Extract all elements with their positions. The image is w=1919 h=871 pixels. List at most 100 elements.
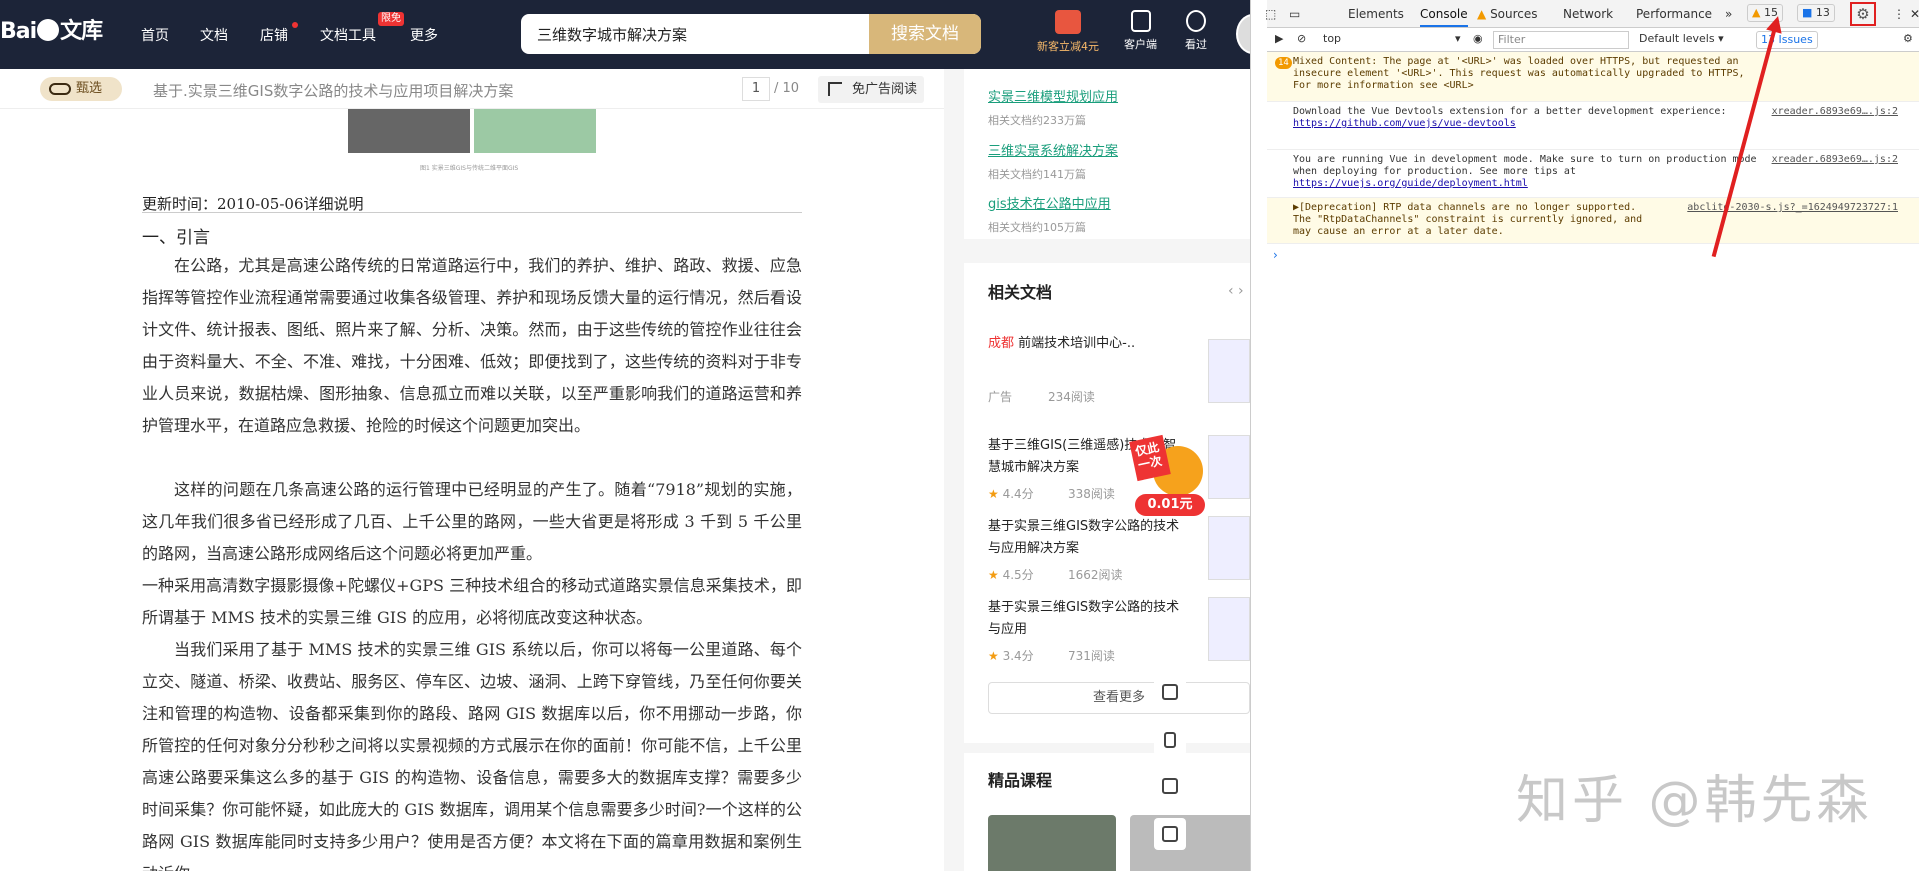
source-link[interactable]: xreader.6893e69….js:2 [1772,106,1898,118]
search-box[interactable]: 三维数字城市解决方案 搜索文档 [521,14,981,54]
related-link[interactable]: gis技术在公路中应用 [988,193,1111,212]
messages-badge[interactable]: ■ 13 [1797,4,1835,22]
baidu-wenku-page: Bai 文库 首页 文档 店铺 文档工具 限免 更多 三维数字城市解决方案 搜索文… [0,0,1250,871]
page-input[interactable]: 1 [742,77,770,101]
avatar[interactable] [1236,14,1250,54]
view-more-button[interactable]: 查看更多 [988,682,1250,714]
console-message[interactable]: 14 Mixed Content: The page at '<URL>' wa… [1267,52,1919,102]
nav-home[interactable]: 首页 [141,25,169,45]
doc-figure [348,109,596,159]
filter-input[interactable]: Filter [1493,31,1629,49]
top-navbar: Bai 文库 首页 文档 店铺 文档工具 限免 更多 三维数字城市解决方案 搜索文… [0,0,1250,69]
related-meta: 相关文档约141万篇 [988,168,1086,181]
console-toolbar: ▶ ⊘ top ▾ ◉ Filter Default levels ▾ 13 I… [1267,28,1919,52]
message-count: 14 [1275,57,1292,69]
vip-discount[interactable]: 新客立减4元 [1037,10,1099,54]
console-prompt[interactable]: › [1273,248,1278,262]
log-levels-select[interactable]: Default levels ▾ [1639,32,1724,45]
related-meta: 相关文档约105万篇 [988,221,1086,234]
chevron-left-icon[interactable]: ‹ › [1228,283,1244,299]
mobile-icon [1130,10,1151,32]
read-count: 234阅读 [1048,390,1095,404]
related-doc-title[interactable]: 成都 前端技术培训中心-.. [988,333,1188,355]
chat-icon[interactable] [1154,770,1186,802]
curated-tag: 甄选 [40,77,122,101]
clear-icon[interactable]: ⊘ [1297,32,1306,45]
expand-icon [828,82,842,96]
free-badge: 限免 [378,12,404,26]
ad-free-button[interactable]: 免广告阅读 [818,76,924,103]
briefcase-icon[interactable] [1154,676,1186,708]
feedback-icon[interactable] [1154,818,1186,850]
read-count: 1662阅读 [1068,568,1123,582]
rating: ★ 3.4分 [988,649,1034,663]
source-link[interactable]: xreader.6893e69….js:2 [1772,154,1898,166]
doc-thumbnail[interactable] [1208,516,1250,580]
search-button[interactable]: 搜索文档 [869,14,981,54]
close-icon[interactable]: ✕ [1910,7,1919,21]
paragraph: 一种采用高清数字摄影摄像+陀螺仪+GPS 三种技术组合的移动式道路实景信息采集技… [142,576,802,627]
more-tabs-icon[interactable]: » [1725,7,1732,21]
new-dot [292,22,298,28]
doc-thumbnail[interactable] [1208,339,1250,403]
tab-console[interactable]: Console [1420,7,1468,27]
gear-icon[interactable]: ⚙ [1903,32,1913,45]
tab-elements[interactable]: Elements [1348,7,1404,21]
console-message[interactable]: ▶[Deprecation] RTP data channels are no … [1267,198,1919,244]
tab-performance[interactable]: Performance [1636,7,1712,21]
search-input[interactable]: 三维数字城市解决方案 [537,24,687,45]
kebab-menu-icon[interactable]: ⋮ [1893,7,1905,21]
paw-icon [37,19,60,41]
nav-doc-tools[interactable]: 文档工具 [320,25,376,45]
tab-sources[interactable]: ▲ Sources [1477,7,1538,21]
nav-docs[interactable]: 文档 [200,25,228,45]
promo-price: 0.01元 [1135,494,1205,516]
issues-button[interactable]: 13 Issues [1756,31,1818,49]
related-link[interactable]: 三维实景系统解决方案 [988,140,1118,159]
nav-shop[interactable]: 店铺 [260,25,288,45]
sidebar-toggle-icon[interactable]: ▶ [1275,32,1283,45]
course-thumbnail[interactable] [988,815,1116,871]
paragraph: 当我们采用了基于 MMS 技术的实景三维 GIS 系统以后，你可以将每一公里道路… [142,640,802,871]
mobile-icon[interactable] [1154,724,1186,756]
gift-icon [1055,10,1081,34]
context-select[interactable]: top [1323,32,1341,45]
nav-more[interactable]: 更多 [410,25,438,45]
devtools-panel: ⬚ ▭ Elements Console ▲ Sources Network P… [1250,0,1919,871]
related-doc-title[interactable]: 基于实景三维GIS数字公路的技术与应用 [988,597,1188,641]
message-link[interactable]: https://vuejs.org/guide/deployment.html [1293,178,1528,189]
doc-thumbnail[interactable] [1208,597,1250,661]
message-text: Mixed Content: The page at '<URL>' was l… [1293,56,1745,91]
inspect-icon[interactable]: ⬚ [1265,7,1276,21]
pager: 1/ 10 [742,77,799,101]
related-doc-title[interactable]: 基于实景三维GIS数字公路的技术与应用解决方案 [988,516,1188,560]
ad-label: 广告 [988,390,1013,404]
console-message[interactable]: Download the Vue Devtools extension for … [1267,102,1919,150]
clock-icon [1186,10,1206,32]
promo-tag: 仅此一次 [1129,434,1171,482]
warning-icon: ▲ [1477,7,1487,21]
message-link[interactable]: https://github.com/vuejs/vue-devtools [1293,118,1516,129]
console-message[interactable]: You are running Vue in development mode.… [1267,150,1919,198]
client-download[interactable]: 客户端 [1124,10,1157,52]
related-docs-heading: 相关文档 [988,283,1053,302]
eye-icon[interactable]: ◉ [1473,32,1483,45]
watermark: 知乎 @韩先森 [1516,771,1873,831]
device-icon[interactable]: ▭ [1289,7,1300,21]
course-thumbnail[interactable] [1130,815,1250,871]
divider [142,212,802,213]
message-text: ▶[Deprecation] RTP data channels are no … [1293,202,1643,237]
history[interactable]: 看过 [1185,10,1207,52]
chevron-down-icon: ▾ [1455,32,1461,45]
gear-icon[interactable]: ⚙ [1850,2,1876,26]
doc-thumbnail[interactable] [1208,435,1250,499]
baidu-wenku-logo[interactable]: Bai 文库 [0,13,103,45]
message-text: Download the Vue Devtools extension for … [1293,106,1727,117]
related-link[interactable]: 实景三维模型规划应用 [988,86,1118,105]
figure-caption: 图1 实景三维GIS与传统二维平面GIS [420,165,519,172]
section-heading: 一、引言 [142,228,210,248]
devtools-tabbar: ⬚ ▭ Elements Console ▲ Sources Network P… [1265,0,1919,28]
tab-network[interactable]: Network [1563,7,1613,21]
promo-badge[interactable]: 仅此一次 0.01元 [1129,434,1209,518]
source-link[interactable]: abclite-2030-s.js?_=1624949723727:1 [1687,202,1898,214]
